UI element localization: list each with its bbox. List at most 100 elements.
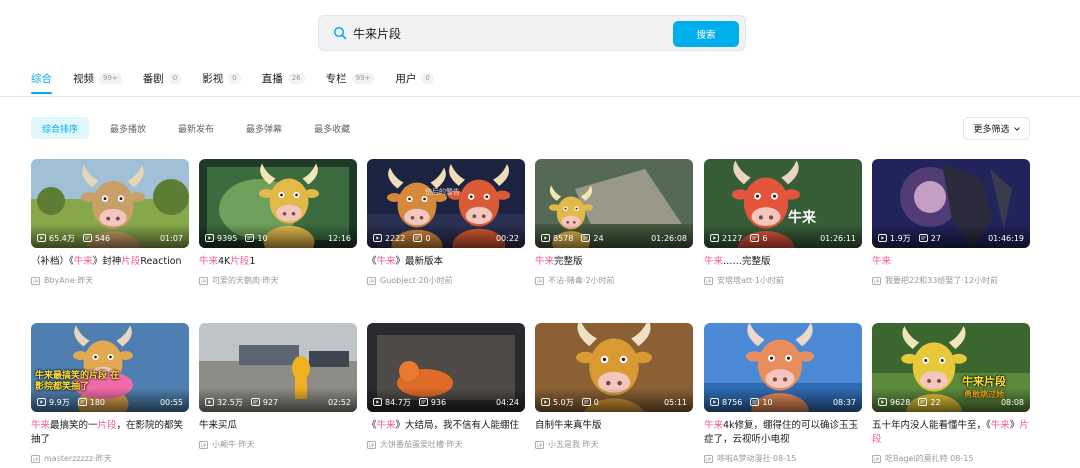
video-duration: 02:52 [327, 397, 351, 407]
tab-4[interactable]: 直播 26 [262, 68, 305, 88]
tab-5[interactable]: 专栏 99+ [326, 68, 375, 88]
video-title[interactable]: 牛来 [872, 255, 1030, 269]
video-meta[interactable]: UP 安塔塔att · 1小时前 [704, 275, 862, 286]
sort-option-1[interactable]: 最多播放 [99, 117, 157, 139]
video-thumbnail[interactable]: 84.7万 936 04:24 [367, 323, 525, 412]
more-filter-button[interactable]: 更多筛选 [963, 117, 1030, 140]
tab-2[interactable]: 番剧 0 [142, 68, 182, 88]
danmaku-count-icon [413, 234, 423, 242]
sort-option-2[interactable]: 最新发布 [167, 117, 225, 139]
title-text: 》 [1009, 420, 1020, 431]
video-title[interactable]: 《牛来》最新版本 [367, 255, 525, 269]
uploader-name: 大饼番茄蛋爱吐槽 [380, 440, 444, 449]
video-meta[interactable]: UP 吃Bagel的莫扎特 · 08-15 [872, 453, 1030, 464]
video-duration: 08:37 [832, 397, 856, 407]
view-count: 5.0万 [541, 397, 574, 408]
video-duration: 04:24 [495, 397, 519, 407]
video-thumbnail[interactable]: 牛来片段勇敢跳过她96282208:08 [872, 323, 1030, 412]
search-input[interactable] [353, 16, 673, 50]
video-thumbnail[interactable]: 1.9万 27 01:46:19 [872, 159, 1030, 248]
video-duration: 12:16 [327, 233, 351, 243]
video-title[interactable]: 《牛来》大结局，我不信有人能绷住 [367, 419, 525, 433]
video-duration: 00:55 [159, 397, 183, 407]
danmaku-count: 0 [413, 234, 430, 243]
search-box[interactable]: 搜索 [318, 15, 746, 51]
video-meta[interactable]: UP 大饼番茄蛋爱吐槽 · 昨天 [367, 439, 525, 450]
uploader-name: 不沾-赌毒 [548, 276, 583, 285]
video-title[interactable]: 牛来4K片段1 [199, 255, 357, 269]
video-stats: 1.9万 27 01:46:19 [878, 232, 1024, 244]
svg-text:UP: UP [706, 456, 712, 461]
search-icon [333, 26, 347, 40]
danmaku-count-text: 10 [762, 397, 773, 407]
sort-option-0[interactable]: 综合排序 [31, 117, 90, 139]
result-type-tabs: 综合 视频 99+ 番剧 0 影视 0 直播 26 专栏 99+ 用户 0 [31, 68, 455, 96]
view-count-text: 65.4万 [49, 233, 75, 243]
danmaku-count: 927 [250, 398, 278, 407]
video-title[interactable]: （补档）《牛来》封神片段Reaction [31, 255, 189, 269]
tab-label: 番剧 [142, 72, 164, 85]
video-meta[interactable]: UP 我要把22和33给娶了 · 12小时前 [872, 275, 1030, 286]
danmaku-count-text: 936 [430, 397, 447, 407]
video-title[interactable]: 牛来买瓜 [199, 419, 357, 433]
video-stats: 2127 6 01:26:11 [710, 232, 856, 244]
tab-3[interactable]: 影视 0 [202, 68, 241, 88]
upload-time: 12小时前 [963, 276, 999, 285]
video-meta[interactable]: UP 不沾-赌毒 · 2小时前 [535, 275, 693, 286]
video-meta[interactable]: UP masterzzzzz · 昨天 [31, 453, 189, 464]
video-title[interactable]: 五十年内没人能看懂牛至，《牛来》片段 [872, 419, 1030, 447]
danmaku-count: 180 [77, 398, 105, 407]
video-title[interactable]: 牛来4k修复，绷得住的可以确诊玉玉症了，云视听小电视 [704, 419, 862, 447]
tab-1[interactable]: 视频 99+ [73, 68, 122, 88]
view-count-text: 8756 [722, 397, 743, 407]
video-thumbnail[interactable]: 8578 24 01:26:08 [535, 159, 693, 248]
uploader-icon: UP [367, 440, 376, 449]
play-count-icon [37, 234, 46, 242]
video-thumbnail[interactable]: 32.5万 927 02:52 [199, 323, 357, 412]
video-thumbnail[interactable]: 8756 10 08:37 [704, 323, 862, 412]
video-thumbnail[interactable]: 伤后的警告 2222 0 00:22 [367, 159, 525, 248]
play-count-icon [541, 234, 550, 242]
svg-text:UP: UP [33, 456, 39, 461]
danmaku-count-icon [77, 398, 87, 406]
view-count: 2222 [373, 234, 405, 243]
uploader-icon: UP [535, 276, 544, 285]
video-thumbnail[interactable]: 9395 10 12:16 [199, 159, 357, 248]
danmaku-count-text: 10 [257, 233, 268, 243]
uploader-icon: UP [199, 276, 208, 285]
title-text: 》大结局，我不信有人能绷住 [395, 420, 520, 431]
video-title[interactable]: 自制牛来真牛版 [535, 419, 693, 433]
video-title[interactable]: 牛来完整版 [535, 255, 693, 269]
play-count-icon [878, 398, 887, 406]
title-text: （补档）《 [31, 256, 74, 267]
title-keyword-highlight: 牛来 [376, 420, 396, 431]
play-count-icon [37, 398, 46, 406]
video-meta[interactable]: UP Guobject · 20小时前 [367, 275, 525, 286]
video-meta[interactable]: UP BbyAne · 昨天 [31, 275, 189, 286]
tab-6[interactable]: 用户 0 [395, 68, 434, 88]
video-thumbnail[interactable]: 65.4万 546 01:07 [31, 159, 189, 248]
video-title[interactable]: 牛来……完整版 [704, 255, 862, 269]
title-text: 最搞笑的一 [50, 420, 98, 431]
danmaku-count-icon [918, 398, 928, 406]
video-meta[interactable]: UP 小五是我 · 昨天 [535, 439, 693, 450]
video-thumbnail[interactable]: 牛来最搞笑的片段 在影院都笑抽了 9.9万 180 00:55 [31, 323, 189, 412]
search-button[interactable]: 搜索 [673, 21, 739, 47]
danmaku-count-text: 22 [930, 397, 941, 407]
sort-option-4[interactable]: 最多收藏 [303, 117, 361, 139]
title-text: 自制牛来真牛版 [535, 420, 602, 431]
danmaku-count: 24 [581, 234, 604, 243]
video-meta[interactable]: UP 小颠牛 · 昨天 [199, 439, 357, 450]
view-count: 1.9万 [878, 233, 911, 244]
video-stats: 84.7万 936 04:24 [373, 396, 519, 408]
title-keyword-highlight: 牛来 [199, 256, 219, 267]
video-thumbnail[interactable]: 5.0万 0 05:11 [535, 323, 693, 412]
video-meta[interactable]: UP 可爱的天鹅肉 · 昨天 [199, 275, 357, 286]
sort-option-3[interactable]: 最多弹幕 [235, 117, 293, 139]
video-thumbnail[interactable]: 牛来 2127 6 01:26:11 [704, 159, 862, 248]
tab-label: 直播 [261, 72, 283, 85]
view-count-text: 1.9万 [890, 233, 911, 243]
video-title[interactable]: 牛来最搞笑的一片段，在影院的都笑抽了 [31, 419, 189, 447]
video-meta[interactable]: UP 哆啦A梦动漫社 · 08-15 [704, 453, 862, 464]
tab-0[interactable]: 综合 [31, 68, 52, 94]
